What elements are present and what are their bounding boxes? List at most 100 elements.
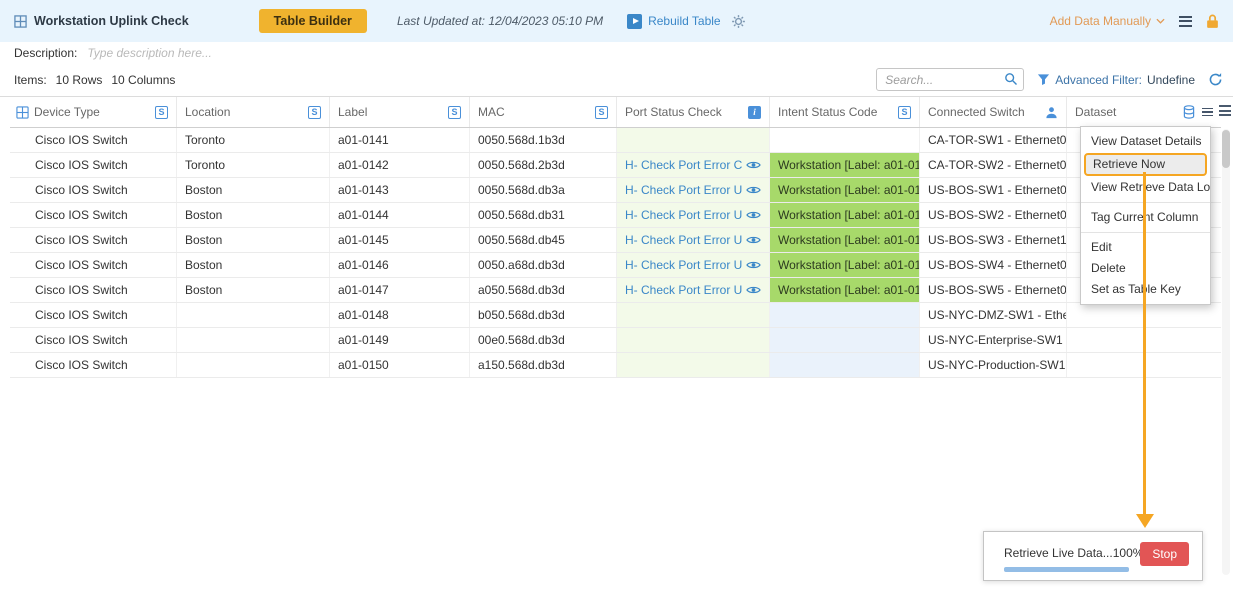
- table-row[interactable]: Cisco IOS Switch Boston a01-0144 0050.56…: [10, 203, 1221, 228]
- refresh-icon[interactable]: [1208, 72, 1223, 87]
- play-icon: [627, 14, 642, 29]
- eye-icon[interactable]: [746, 235, 761, 245]
- cell-label: a01-0144: [330, 203, 470, 227]
- cell-device-type: Cisco IOS Switch: [10, 278, 177, 302]
- cell-port-status: H- Check Port Error US-...: [617, 253, 770, 277]
- table-toolbar: Items: 10 Rows 10 Columns Advanced Filte…: [0, 63, 1233, 97]
- cell-device-type: Cisco IOS Switch: [10, 228, 177, 252]
- cell-port-status: [617, 128, 770, 152]
- dataset-column-menu-button[interactable]: [1202, 108, 1213, 117]
- description-row: Description: Type description here...: [0, 42, 1233, 63]
- port-status-link[interactable]: H- Check Port Error US-...: [625, 203, 742, 227]
- eye-icon[interactable]: [746, 285, 761, 295]
- column-header-intent-status-code[interactable]: Intent Status Code S: [770, 97, 920, 127]
- table-row[interactable]: Cisco IOS Switch a01-0150 a150.568d.db3d…: [10, 353, 1221, 378]
- menu-item-view-dataset-details[interactable]: View Dataset Details: [1081, 131, 1210, 152]
- person-icon: [1045, 106, 1058, 119]
- add-data-manually-label: Add Data Manually: [1050, 14, 1151, 28]
- column-label: Connected Switch: [928, 105, 1025, 119]
- cell-device-type: Cisco IOS Switch: [10, 153, 177, 177]
- cell-intent-status: [770, 328, 920, 352]
- cell-label: a01-0143: [330, 178, 470, 202]
- cell-port-status: H- Check Port Error CA-...: [617, 153, 770, 177]
- vertical-scrollbar[interactable]: [1222, 129, 1230, 575]
- string-type-icon: S: [898, 106, 911, 119]
- column-settings-icon[interactable]: [1219, 105, 1231, 116]
- cell-device-type: Cisco IOS Switch: [10, 328, 177, 352]
- cell-location: Toronto: [177, 153, 330, 177]
- eye-icon[interactable]: [746, 260, 761, 270]
- progress-bar: [1004, 567, 1129, 572]
- cell-intent-status: Workstation [Label: a01-014...: [770, 153, 920, 177]
- lock-icon[interactable]: [1206, 14, 1219, 29]
- add-data-manually-button[interactable]: Add Data Manually: [1050, 14, 1165, 28]
- info-icon: i: [748, 106, 761, 119]
- table-row[interactable]: Cisco IOS Switch Toronto a01-0141 0050.5…: [10, 128, 1221, 153]
- column-header-location[interactable]: Location S: [177, 97, 330, 127]
- cell-port-status: H- Check Port Error US-...: [617, 228, 770, 252]
- cell-connected-switch: US-BOS-SW2 - Ethernet0/0: [920, 203, 1067, 227]
- rebuild-table-label: Rebuild Table: [648, 14, 721, 28]
- progress-fill: [1004, 567, 1129, 572]
- menu-icon[interactable]: [1179, 16, 1192, 27]
- top-bar: Workstation Uplink Check Table Builder L…: [0, 0, 1233, 42]
- cell-connected-switch: US-NYC-DMZ-SW1 - Etherne...: [920, 303, 1067, 327]
- annotation-arrow-line: [1143, 172, 1146, 516]
- eye-icon[interactable]: [746, 210, 761, 220]
- cell-label: a01-0148: [330, 303, 470, 327]
- port-status-link[interactable]: H- Check Port Error US-...: [625, 228, 742, 252]
- cell-device-type: Cisco IOS Switch: [10, 353, 177, 377]
- column-header-mac[interactable]: MAC S: [470, 97, 617, 127]
- port-status-link[interactable]: H- Check Port Error US-...: [625, 178, 742, 202]
- table-row[interactable]: Cisco IOS Switch Boston a01-0145 0050.56…: [10, 228, 1221, 253]
- cell-label: a01-0146: [330, 253, 470, 277]
- column-header-device-type[interactable]: Device Type S: [10, 97, 177, 127]
- column-header-port-status-check[interactable]: Port Status Check i: [617, 97, 770, 127]
- port-status-link[interactable]: H- Check Port Error US-...: [625, 278, 742, 302]
- rows-count: 10 Rows: [56, 73, 103, 87]
- eye-icon[interactable]: [746, 160, 761, 170]
- port-status-link[interactable]: H- Check Port Error US-...: [625, 253, 742, 277]
- app-window: Workstation Uplink Check Table Builder L…: [0, 0, 1233, 608]
- description-label: Description:: [14, 46, 77, 60]
- rebuild-table-button[interactable]: Rebuild Table: [627, 14, 721, 29]
- port-status-link[interactable]: H- Check Port Error CA-...: [625, 153, 742, 177]
- stop-button[interactable]: Stop: [1140, 542, 1189, 566]
- table-row[interactable]: Cisco IOS Switch Boston a01-0146 0050.a6…: [10, 253, 1221, 278]
- cell-location: Boston: [177, 178, 330, 202]
- table-header-row: Device Type S Location S Label S MAC S P…: [10, 97, 1221, 128]
- scrollbar-thumb[interactable]: [1222, 130, 1230, 168]
- table-row[interactable]: Cisco IOS Switch a01-0148 b050.568d.db3d…: [10, 303, 1221, 328]
- description-input[interactable]: Type description here...: [87, 46, 212, 60]
- cell-mac: a150.568d.db3d: [470, 353, 617, 377]
- cell-location: [177, 353, 330, 377]
- table-row[interactable]: Cisco IOS Switch Boston a01-0143 0050.56…: [10, 178, 1221, 203]
- cell-location: [177, 303, 330, 327]
- column-header-connected-switch[interactable]: Connected Switch: [920, 97, 1067, 127]
- table-row[interactable]: Cisco IOS Switch Toronto a01-0142 0050.5…: [10, 153, 1221, 178]
- cell-location: Boston: [177, 253, 330, 277]
- advanced-filter-label: Advanced Filter:: [1055, 73, 1142, 87]
- search-icon[interactable]: [1004, 72, 1018, 89]
- cell-device-type: Cisco IOS Switch: [10, 303, 177, 327]
- table-row[interactable]: Cisco IOS Switch a01-0149 00e0.568d.db3d…: [10, 328, 1221, 353]
- table-row[interactable]: Cisco IOS Switch Boston a01-0147 a050.56…: [10, 278, 1221, 303]
- advanced-filter-button[interactable]: Advanced Filter: Undefine: [1037, 73, 1195, 87]
- cell-connected-switch: US-BOS-SW1 - Ethernet0/0: [920, 178, 1067, 202]
- cell-location: Boston: [177, 278, 330, 302]
- search-input[interactable]: [876, 68, 1024, 91]
- cell-device-type: Cisco IOS Switch: [10, 203, 177, 227]
- table-builder-button[interactable]: Table Builder: [259, 9, 367, 33]
- column-header-label[interactable]: Label S: [330, 97, 470, 127]
- cell-intent-status: Workstation [Label: a01-014...: [770, 178, 920, 202]
- cell-mac: 0050.568d.db3a: [470, 178, 617, 202]
- cell-connected-switch: US-BOS-SW3 - Ethernet1/0: [920, 228, 1067, 252]
- cell-label: a01-0147: [330, 278, 470, 302]
- topbar-right-group: Add Data Manually: [1050, 14, 1219, 29]
- eye-icon[interactable]: [746, 185, 761, 195]
- cell-location: Toronto: [177, 128, 330, 152]
- gear-icon[interactable]: [731, 14, 746, 29]
- cell-intent-status: Workstation [Label: a01-014...: [770, 228, 920, 252]
- cell-location: Boston: [177, 203, 330, 227]
- column-header-dataset[interactable]: Dataset: [1067, 97, 1221, 127]
